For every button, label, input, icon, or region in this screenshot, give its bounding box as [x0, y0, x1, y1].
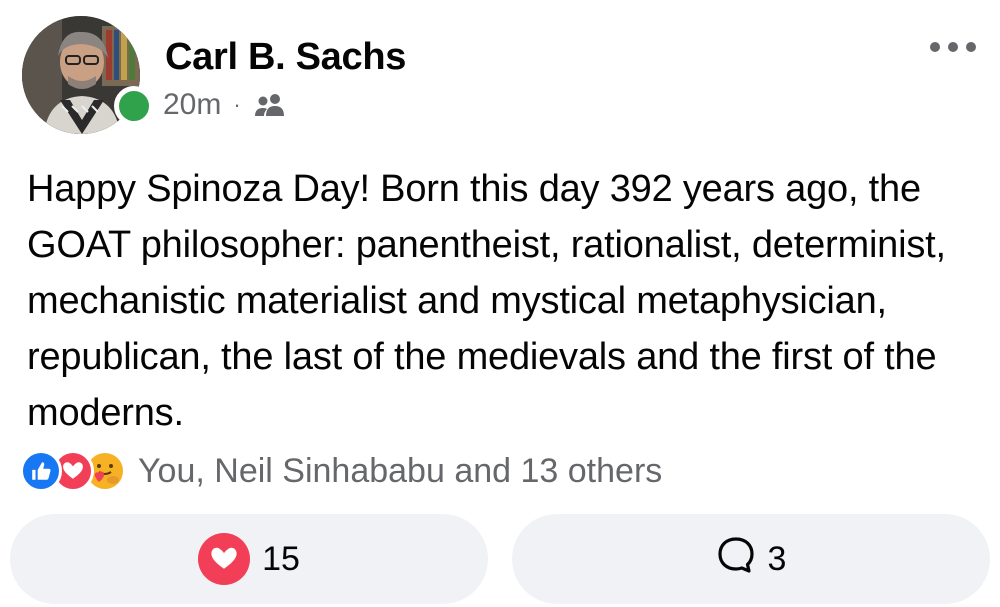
more-options-icon[interactable]: [930, 42, 976, 52]
more-dot: [966, 42, 976, 52]
friends-icon[interactable]: [253, 92, 287, 118]
post-text: Happy Spinoza Day! Born this day 392 yea…: [27, 168, 946, 434]
like-button[interactable]: 15: [10, 514, 488, 604]
more-dot: [948, 42, 958, 52]
reactions-summary[interactable]: You, Neil Sinhababu and 13 others: [20, 450, 662, 492]
online-status-indicator: [114, 86, 154, 126]
comment-button[interactable]: 3: [512, 514, 990, 604]
like-reaction-icon: [20, 450, 62, 492]
more-dot: [930, 42, 940, 52]
post-meta: 20m ·: [163, 88, 287, 122]
comment-icon: [716, 535, 756, 584]
reactions-text: You, Neil Sinhababu and 13 others: [138, 451, 663, 490]
comment-count: 3: [767, 539, 787, 578]
author-name[interactable]: Carl B. Sachs: [165, 36, 406, 79]
like-count: 15: [262, 539, 300, 578]
post-timestamp[interactable]: 20m: [163, 88, 221, 122]
heart-icon: [198, 533, 251, 585]
meta-separator: ·: [233, 92, 241, 117]
